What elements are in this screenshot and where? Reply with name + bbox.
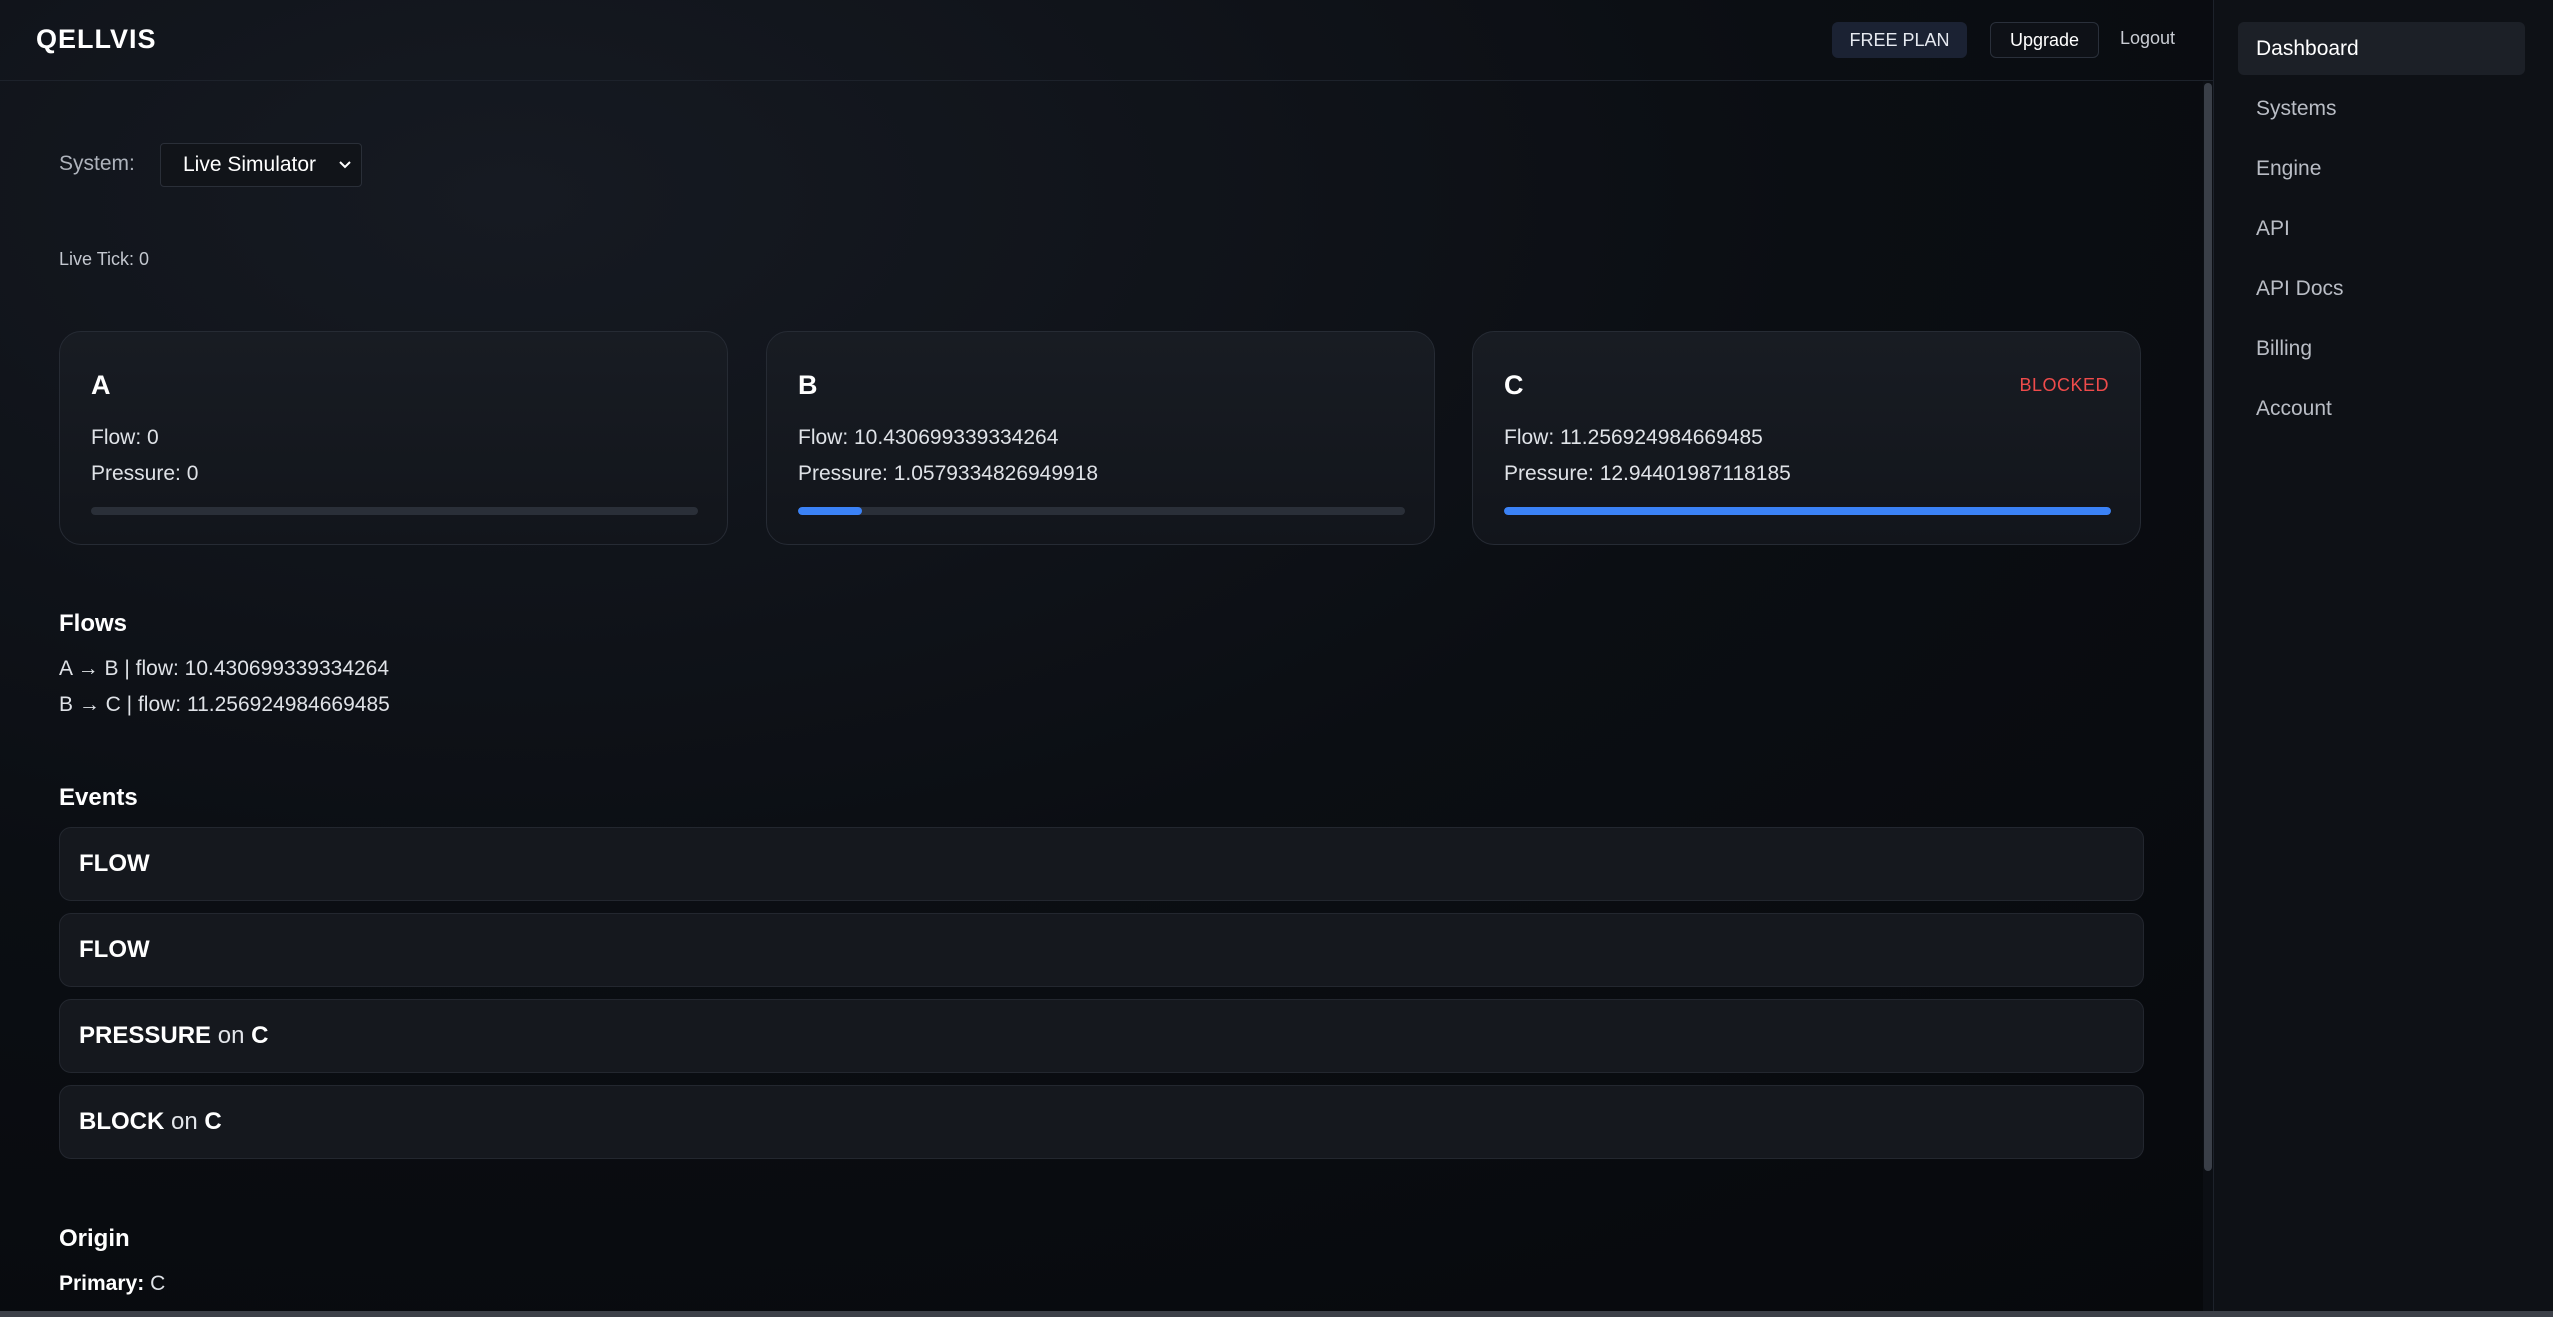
event-node: C bbox=[204, 1108, 222, 1135]
node-flow: Flow: 0 bbox=[91, 426, 159, 449]
origin-primary-label: Primary: bbox=[59, 1272, 145, 1295]
sidebar-item-api-docs[interactable]: API Docs bbox=[2238, 262, 2525, 315]
pressure-bar bbox=[91, 507, 698, 515]
flow-item: A → B | flow: 10.430699339334264 bbox=[59, 657, 390, 680]
event-on: on bbox=[217, 1022, 245, 1049]
event-type: PRESSURE bbox=[79, 1022, 212, 1049]
system-select[interactable]: Live Simulator bbox=[160, 143, 362, 187]
app-window: QELLVIS FREE PLAN Upgrade Logout System:… bbox=[0, 0, 2553, 1317]
node-title: B bbox=[798, 370, 818, 400]
event-item[interactable]: FLOW bbox=[59, 827, 2144, 901]
flow-item: B → C | flow: 11.256924984669485 bbox=[59, 693, 390, 716]
sidebar-item-systems[interactable]: Systems bbox=[2238, 82, 2525, 135]
node-card-a[interactable]: A Flow: 0 Pressure: 0 bbox=[59, 331, 728, 545]
system-label: System: bbox=[59, 152, 135, 175]
event-node: C bbox=[251, 1022, 269, 1049]
system-select-value: Live Simulator bbox=[183, 153, 317, 176]
sidebar-item-billing[interactable]: Billing bbox=[2238, 322, 2525, 375]
upgrade-button[interactable]: Upgrade bbox=[1990, 22, 2099, 58]
node-flow: Flow: 10.430699339334264 bbox=[798, 426, 1059, 449]
event-on: on bbox=[171, 1108, 198, 1135]
events-heading: Events bbox=[59, 784, 138, 811]
sidebar-item-api[interactable]: API bbox=[2238, 202, 2525, 255]
event-type: FLOW bbox=[79, 936, 150, 963]
app-logo[interactable]: QELLVIS bbox=[36, 24, 157, 55]
pressure-bar-fill bbox=[1504, 507, 2111, 515]
flows-heading: Flows bbox=[59, 610, 128, 637]
node-pressure: Pressure: 1.0579334826949918 bbox=[798, 462, 1099, 485]
event-item[interactable]: BLOCK on C bbox=[59, 1085, 2144, 1159]
event-item[interactable]: PRESSURE on C bbox=[59, 999, 2144, 1073]
origin-primary: Primary: C bbox=[59, 1272, 165, 1296]
node-flow: Flow: 11.256924984669485 bbox=[1504, 426, 1763, 449]
node-card-b[interactable]: B Flow: 10.430699339334264 Pressure: 1.0… bbox=[766, 331, 1435, 545]
sidebar-item-account[interactable]: Account bbox=[2238, 382, 2525, 435]
pressure-bar bbox=[1504, 507, 2111, 515]
scrollbar-thumb[interactable] bbox=[2204, 83, 2212, 1171]
node-pressure: Pressure: 12.94401987118185 bbox=[1504, 462, 1791, 485]
sidebar-item-engine[interactable]: Engine bbox=[2238, 142, 2525, 195]
live-tick: Live Tick: 0 bbox=[59, 249, 150, 269]
logout-link[interactable]: Logout bbox=[2120, 28, 2175, 49]
top-bar: QELLVIS FREE PLAN Upgrade Logout bbox=[0, 0, 2213, 81]
main-content: QELLVIS FREE PLAN Upgrade Logout System:… bbox=[0, 0, 2213, 1311]
node-title: C bbox=[1504, 370, 1524, 400]
event-type: FLOW bbox=[79, 850, 150, 877]
sidebar-item-dashboard[interactable]: Dashboard bbox=[2238, 22, 2525, 75]
event-type: BLOCK bbox=[79, 1108, 165, 1135]
node-title: A bbox=[91, 370, 111, 400]
plan-badge: FREE PLAN bbox=[1832, 22, 1967, 58]
event-item[interactable]: FLOW bbox=[59, 913, 2144, 987]
sidebar: Dashboard Systems Engine API API Docs Bi… bbox=[2213, 0, 2553, 1311]
pressure-bar-fill bbox=[798, 507, 863, 515]
chevron-down-icon bbox=[338, 144, 352, 202]
pressure-bar bbox=[798, 507, 1405, 515]
node-card-c[interactable]: C BLOCKED Flow: 11.256924984669485 Press… bbox=[1472, 331, 2141, 545]
window-bottom-edge bbox=[0, 1311, 2553, 1317]
status-badge: BLOCKED bbox=[2019, 375, 2109, 395]
node-pressure: Pressure: 0 bbox=[91, 462, 199, 485]
origin-heading: Origin bbox=[59, 1225, 130, 1252]
origin-primary-value: C bbox=[150, 1272, 166, 1295]
